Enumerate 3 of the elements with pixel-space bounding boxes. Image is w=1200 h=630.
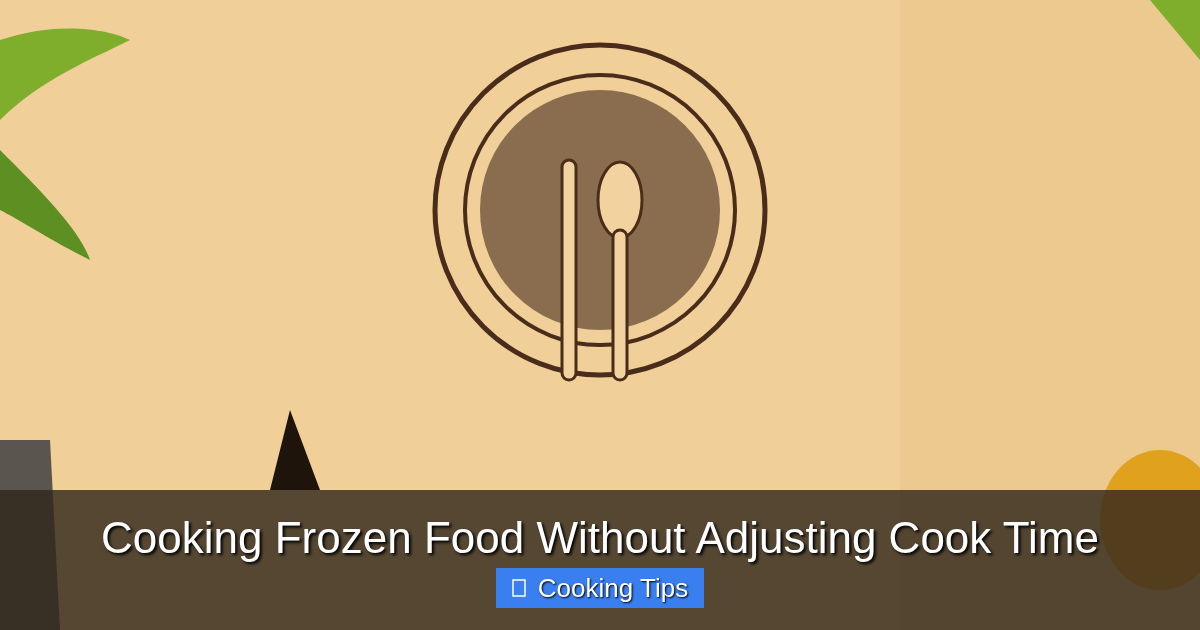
category-badge[interactable]: Cooking Tips bbox=[495, 568, 705, 608]
square-icon bbox=[511, 579, 526, 597]
post-title: Cooking Frozen Food Without Adjusting Cook Time bbox=[101, 512, 1099, 564]
